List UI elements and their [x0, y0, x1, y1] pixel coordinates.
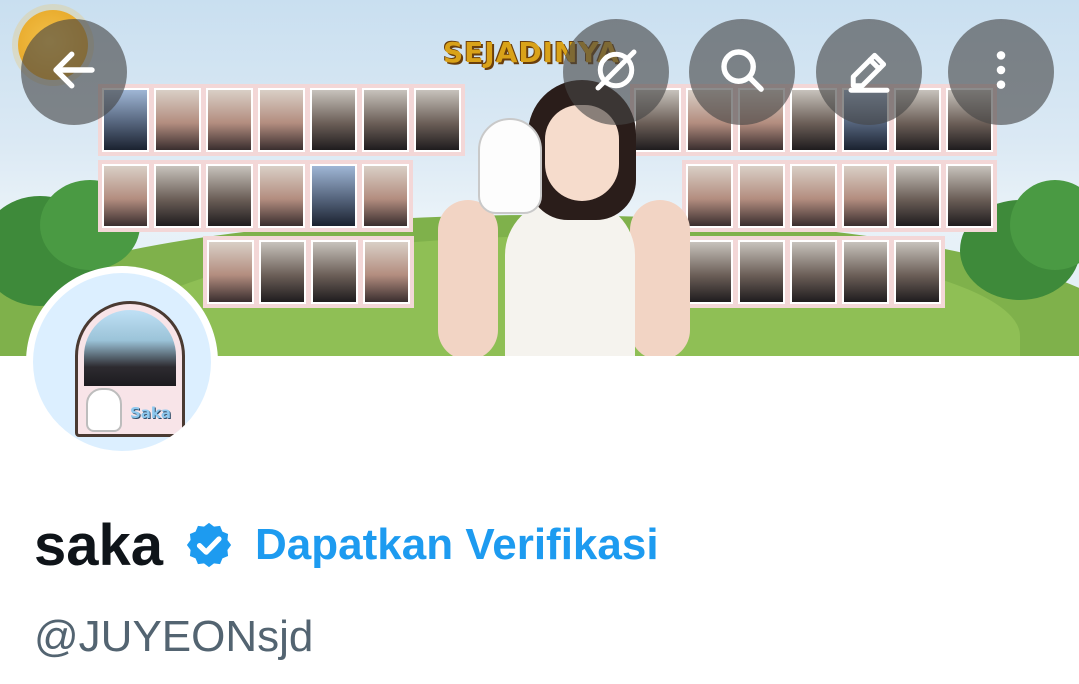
member-photo [310, 88, 357, 152]
photo-grid-left-bottom [203, 236, 414, 308]
arrow-left-icon [47, 43, 101, 102]
photo-grid-left-mid [98, 160, 413, 232]
more-vertical-icon [974, 43, 1028, 102]
photo-grid-right-top [630, 84, 997, 156]
member-photo [258, 88, 305, 152]
edit-button[interactable] [816, 19, 922, 125]
member-photo [207, 240, 254, 304]
member-photo [738, 240, 785, 304]
member-photo [206, 88, 253, 152]
member-photo [154, 164, 201, 228]
grok-icon [589, 43, 643, 102]
member-photo [154, 88, 201, 152]
member-photo [894, 164, 941, 228]
member-photo [738, 164, 785, 228]
avatar-photo [84, 310, 176, 386]
member-photo [362, 88, 409, 152]
search-icon [715, 43, 769, 102]
verified-badge-icon[interactable] [183, 519, 235, 571]
member-photo [842, 240, 889, 304]
member-photo [311, 240, 358, 304]
member-photo [206, 164, 253, 228]
figure-body [505, 200, 635, 356]
member-photo [946, 164, 993, 228]
member-photo [894, 240, 941, 304]
cat-illustration [478, 118, 542, 214]
back-button[interactable] [21, 19, 127, 125]
member-photo [790, 164, 837, 228]
display-name: saka [34, 512, 164, 578]
avatar-frame: Saka [75, 301, 185, 437]
member-photo [842, 164, 889, 228]
member-photo [310, 164, 357, 228]
pencil-icon [842, 43, 896, 102]
get-verified-link[interactable]: Dapatkan Verifikasi [255, 520, 659, 570]
cat-illustration [86, 388, 122, 432]
avatar-label: Saka [130, 404, 172, 422]
member-photo [258, 164, 305, 228]
grok-button[interactable] [563, 19, 669, 125]
profile-name-row: saka Dapatkan Verifikasi [34, 510, 659, 580]
member-photo [102, 164, 149, 228]
photo-grid-left-top [98, 84, 465, 156]
photo-grid-right-mid [682, 160, 997, 232]
photo-grid-right-bottom [682, 236, 945, 308]
profile-avatar[interactable]: Saka [26, 266, 218, 458]
member-photo [414, 88, 461, 152]
profile-handle: @JUYEONsjd [34, 612, 314, 661]
figure-arm [630, 200, 690, 356]
member-photo [363, 240, 410, 304]
member-photo [686, 240, 733, 304]
member-photo [790, 240, 837, 304]
search-button[interactable] [689, 19, 795, 125]
more-button[interactable] [948, 19, 1054, 125]
figure-arm [438, 200, 498, 356]
member-photo [259, 240, 306, 304]
member-photo [362, 164, 409, 228]
avatar-image: Saka [33, 273, 211, 451]
member-photo [686, 164, 733, 228]
